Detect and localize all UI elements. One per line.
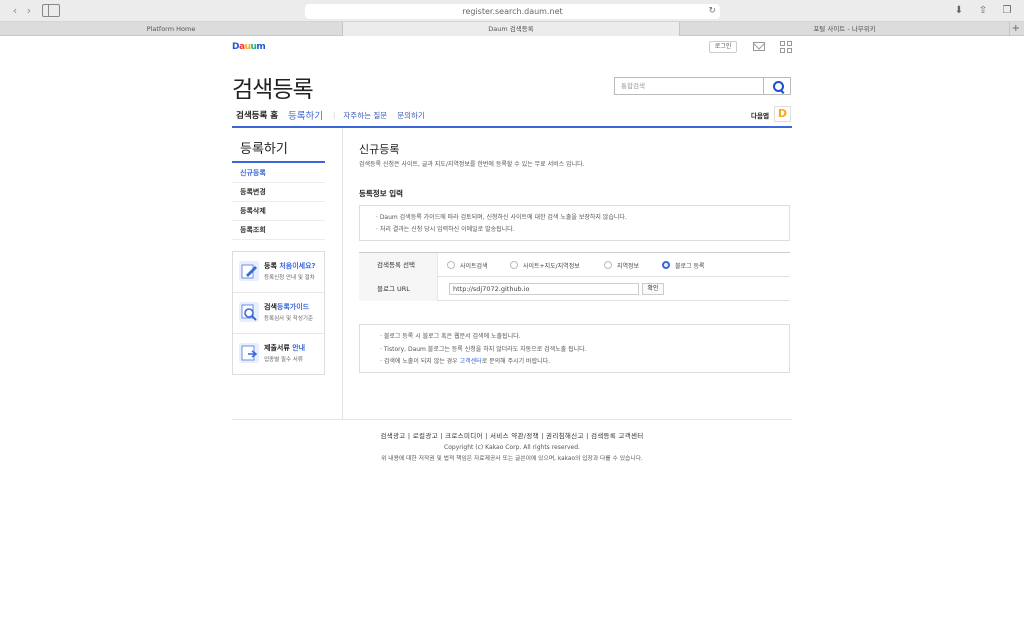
main-nav: 검색등록 홈 등록하기 | 자주하는 질문 문의하기 <box>236 108 435 123</box>
tab-namuwiki[interactable]: 포털 사이트 - 나무위키 <box>680 22 1010 36</box>
reload-icon[interactable]: ↻ <box>708 4 716 19</box>
address-text: register.search.daum.net <box>462 7 563 16</box>
nav-faq[interactable]: 자주하는 질문 <box>343 110 387 121</box>
notice-line: · Tistory, Daum 블로그는 등록 신청을 하지 않더라도 자동으로… <box>380 345 587 353</box>
promo-guide[interactable]: 검색등록가이드 등록심사 및 작성기준 <box>233 293 324 334</box>
daum-logo[interactable]: Dauum <box>232 42 266 52</box>
forward-icon[interactable]: › <box>22 4 36 18</box>
sidebar-item-new[interactable]: 신규등록 <box>232 164 325 183</box>
promo-documents[interactable]: 제출서류 안내 업종별 필수 서류 <box>233 334 324 375</box>
radio-site-search[interactable]: 사이트검색 <box>447 261 488 270</box>
promo-heading: 제출서류 안내 <box>264 344 306 352</box>
section-title: 신규등록 <box>359 143 400 156</box>
form-row-url: 블로그 URL http://sdj7072.github.io 확인 <box>359 277 790 301</box>
guide-notice-box: · Daum 검색등록 가이드에 따라 검토되며, 신청하신 사이트에 대한 검… <box>359 205 790 241</box>
page-title: 검색등록 <box>232 77 314 103</box>
left-sidebar: 등록하기 신규등록 등록변경 등록삭제 등록조회 등록 처음이세요? 등록신청 … <box>232 128 343 420</box>
browser-toolbar: ‹ › register.search.daum.net ↻ ⬇ ⇧ ❐ <box>0 0 1024 22</box>
pencil-doc-icon <box>239 261 259 281</box>
share-icon[interactable]: ⇧ <box>976 4 990 18</box>
footer-divider <box>232 419 792 420</box>
promo-heading: 등록 처음이세요? <box>264 262 316 270</box>
section-description: 검색등록 신청은 사이트, 글과 지도/지역정보를 한번에 등록할 수 있는 무… <box>359 161 585 168</box>
promo-subtext: 등록신청 안내 및 절차 <box>264 275 315 281</box>
url-label: 블로그 URL <box>359 277 438 301</box>
download-icon[interactable]: ⬇ <box>952 4 966 18</box>
nav-register[interactable]: 등록하기 <box>288 108 323 122</box>
disclaimer: 위 내용에 대한 저작권 및 법적 책임은 자료제공사 또는 글쓴이에 있으며,… <box>381 456 643 462</box>
radio-blog[interactable]: 블로그 등록 <box>662 261 705 270</box>
tab-bar: Platform Home Daum 검색등록 포털 사이트 - 나무위키 + <box>0 22 1024 36</box>
mail-icon[interactable] <box>753 42 765 51</box>
address-bar[interactable]: register.search.daum.net ↻ <box>305 4 720 19</box>
form-row-type: 검색등록 선택 사이트검색 사이트+지도/지역정보 지역정보 블로그 등록 <box>359 253 790 277</box>
copyright: Copyright (c) Kakao Corp. All rights res… <box>444 444 580 451</box>
radio-local-info[interactable]: 지역정보 <box>604 261 639 270</box>
radio-site-map[interactable]: 사이트+지도/지역정보 <box>510 261 580 270</box>
sidebar-item-delete[interactable]: 등록삭제 <box>232 202 325 221</box>
type-label: 검색등록 선택 <box>359 253 438 277</box>
blog-notice-box: · 블로그 등록 시 블로그 혹은 웹문서 검색에 노출됩니다. · Tisto… <box>359 324 790 373</box>
nav-home[interactable]: 검색등록 홈 <box>236 109 278 121</box>
radio-icon <box>447 261 455 269</box>
tab-daum-register[interactable]: Daum 검색등록 <box>343 22 680 36</box>
magnifier-doc-icon <box>239 302 259 322</box>
radio-selected-icon <box>662 261 670 269</box>
radio-icon <box>510 261 518 269</box>
tabs-overview-icon[interactable]: ❐ <box>1000 4 1014 18</box>
promo-subtext: 업종별 필수 서류 <box>264 357 303 363</box>
sidebar-promo-box: 등록 처음이세요? 등록신청 안내 및 절차 검색등록가이드 등록심사 및 작성… <box>232 251 325 375</box>
notice-line: · Daum 검색등록 가이드에 따라 검토되며, 신청하신 사이트에 대한 검… <box>376 214 627 221</box>
sidebar-item-lookup[interactable]: 등록조회 <box>232 221 325 240</box>
confirm-button[interactable]: 확인 <box>642 283 664 295</box>
sidebar-title-underline <box>232 161 325 163</box>
sidebar-item-change[interactable]: 등록변경 <box>232 183 325 202</box>
sidebar-toggle-icon[interactable] <box>42 4 60 17</box>
notice-line: · 블로그 등록 시 블로그 혹은 웹문서 검색에 노출됩니다. <box>380 333 521 340</box>
notice-line: · 처리 결과는 신청 당시 입력하신 이메일로 발송됩니다. <box>376 226 515 233</box>
daum-app-icon[interactable]: D <box>774 106 791 122</box>
promo-heading: 검색등록가이드 <box>264 303 310 311</box>
promo-first-time[interactable]: 등록 처음이세요? 등록신청 안내 및 절차 <box>233 252 324 293</box>
back-icon[interactable]: ‹ <box>8 4 22 18</box>
nav-separator: | <box>333 111 336 119</box>
daum-app-label[interactable]: 다음앱 <box>751 110 769 120</box>
customer-center-link[interactable]: 고객센터 <box>460 358 482 365</box>
sidebar-title: 등록하기 <box>240 142 288 157</box>
login-button[interactable]: 로그인 <box>709 41 737 53</box>
search-input[interactable]: 통합검색 <box>614 77 764 95</box>
registration-form: 검색등록 선택 사이트검색 사이트+지도/지역정보 지역정보 블로그 등록 블로… <box>359 252 790 301</box>
form-heading: 등록정보 입력 <box>359 189 404 198</box>
document-check-icon <box>239 343 259 363</box>
tab-platform-home[interactable]: Platform Home <box>0 22 343 36</box>
radio-icon <box>604 261 612 269</box>
nav-contact[interactable]: 문의하기 <box>397 110 425 121</box>
app-grid-icon[interactable] <box>780 41 792 53</box>
notice-line: · 검색에 노출이 되지 않는 경우 고객센터로 문의해 주시기 바랍니다. <box>380 358 551 365</box>
blog-url-input[interactable]: http://sdj7072.github.io <box>449 283 639 295</box>
new-tab-icon[interactable]: + <box>1012 22 1020 36</box>
promo-subtext: 등록심사 및 작성기준 <box>264 316 314 322</box>
footer-links[interactable]: 검색광고 | 로컬광고 | 크로스미디어 | 서비스 약관/정책 | 권리침해신… <box>232 430 792 440</box>
search-icon[interactable] <box>763 77 791 95</box>
